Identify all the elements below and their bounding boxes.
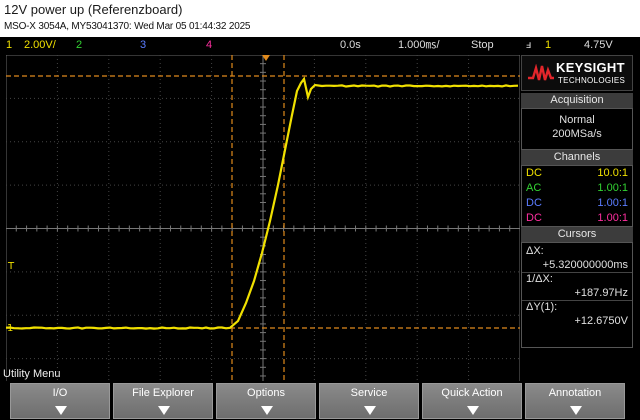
softkey-annotation[interactable]: Annotation bbox=[525, 383, 625, 419]
acquisition-mode: Normal bbox=[522, 113, 632, 127]
softkey-file-explorer[interactable]: File Explorer bbox=[113, 383, 213, 419]
softkey-bar: I/O File Explorer Options Service Quick … bbox=[0, 381, 640, 420]
channels-header[interactable]: Channels bbox=[521, 150, 633, 165]
softkey-io[interactable]: I/O bbox=[10, 383, 110, 419]
page-subtitle: MSO-X 3054A, MY53041370: Wed Mar 05 01:4… bbox=[4, 21, 250, 32]
keysight-logo: KEYSIGHT TECHNOLOGIES bbox=[521, 55, 633, 91]
acquisition-box[interactable]: Normal 200MSa/s bbox=[521, 108, 633, 150]
softkey-file-explorer-label: File Explorer bbox=[114, 387, 212, 399]
ch1-ground-marker[interactable]: 1 bbox=[7, 323, 13, 334]
acquisition-header[interactable]: Acquisition bbox=[521, 93, 633, 108]
status-bar: 1 2.00V/ 2 3 4 0.0s 1.000㎳/ Stop ⅎ 1 4.7… bbox=[0, 37, 640, 53]
cursor-dy-value: +12.6750V bbox=[522, 314, 632, 328]
ch4-coupling: DC bbox=[526, 211, 542, 226]
time-scale[interactable]: 1.000㎳/ bbox=[398, 37, 440, 53]
cursor-dx-label: ΔX: bbox=[522, 245, 632, 258]
ch1-probe: 10.0:1 bbox=[597, 166, 628, 181]
cursor-dx-value: +5.320000000ms bbox=[522, 258, 632, 273]
ch3-coupling: DC bbox=[526, 196, 542, 211]
softkey-annotation-label: Annotation bbox=[526, 387, 624, 399]
menu-label: Utility Menu bbox=[3, 368, 60, 380]
softkey-options[interactable]: Options bbox=[216, 383, 316, 419]
softkey-quick-action-label: Quick Action bbox=[423, 387, 521, 399]
ch2-coupling: AC bbox=[526, 181, 541, 196]
arrow-down-icon bbox=[467, 406, 479, 416]
arrow-down-icon bbox=[55, 406, 67, 416]
cursor-inv-dx-label: 1/ΔX: bbox=[522, 273, 632, 286]
channel-row-4: DC 1.00:1 bbox=[522, 211, 632, 226]
cursor-dy-label: ΔY(1): bbox=[522, 301, 632, 314]
side-panel: KEYSIGHT TECHNOLOGIES Acquisition Normal… bbox=[521, 55, 633, 385]
softkey-quick-action[interactable]: Quick Action bbox=[422, 383, 522, 419]
ch4-number[interactable]: 4 bbox=[206, 37, 212, 53]
softkey-io-label: I/O bbox=[11, 387, 109, 399]
ch4-probe: 1.00:1 bbox=[597, 211, 628, 226]
waveform-grid: T 1 bbox=[6, 55, 520, 402]
ch1-scale[interactable]: 2.00V/ bbox=[24, 37, 56, 53]
trigger-level-marker[interactable]: T bbox=[7, 261, 15, 272]
ch3-probe: 1.00:1 bbox=[597, 196, 628, 211]
softkey-options-label: Options bbox=[217, 387, 315, 399]
keysight-wave-icon bbox=[528, 64, 554, 82]
ch2-number[interactable]: 2 bbox=[76, 37, 82, 53]
ch1-coupling: DC bbox=[526, 166, 542, 181]
cursor-inv-dx-value: +187.97Hz bbox=[522, 286, 632, 301]
arrow-down-icon bbox=[158, 406, 170, 416]
ch2-probe: 1.00:1 bbox=[597, 181, 628, 196]
ch1-number[interactable]: 1 bbox=[6, 37, 12, 53]
cursors-header[interactable]: Cursors bbox=[521, 227, 633, 242]
channel-row-3: DC 1.00:1 bbox=[522, 196, 632, 211]
time-position[interactable]: 0.0s bbox=[340, 37, 361, 53]
channel-row-1: DC 10.0:1 bbox=[522, 166, 632, 181]
scope-screen: 1 2.00V/ 2 3 4 0.0s 1.000㎳/ Stop ⅎ 1 4.7… bbox=[0, 37, 640, 420]
cursors-box[interactable]: ΔX: +5.320000000ms 1/ΔX: +187.97Hz ΔY(1)… bbox=[521, 242, 633, 348]
arrow-down-icon bbox=[364, 406, 376, 416]
acquisition-rate: 200MSa/s bbox=[522, 127, 632, 141]
run-state[interactable]: Stop bbox=[471, 37, 494, 53]
softkey-service-label: Service bbox=[320, 387, 418, 399]
channel-row-2: AC 1.00:1 bbox=[522, 181, 632, 196]
logo-subtitle: TECHNOLOGIES bbox=[558, 76, 625, 85]
trigger-edge-icon: ⅎ bbox=[526, 37, 531, 53]
channels-box[interactable]: DC 10.0:1 AC 1.00:1 DC 1.00:1 DC 1.00:1 bbox=[521, 165, 633, 227]
ch3-number[interactable]: 3 bbox=[140, 37, 146, 53]
logo-brand: KEYSIGHT bbox=[556, 60, 625, 75]
arrow-down-icon bbox=[261, 406, 273, 416]
page-title: 12V power up (Referenzboard) bbox=[4, 2, 183, 17]
arrow-down-icon bbox=[570, 406, 582, 416]
trigger-channel[interactable]: 1 bbox=[545, 37, 551, 53]
trigger-level[interactable]: 4.75V bbox=[584, 37, 613, 53]
softkey-service[interactable]: Service bbox=[319, 383, 419, 419]
